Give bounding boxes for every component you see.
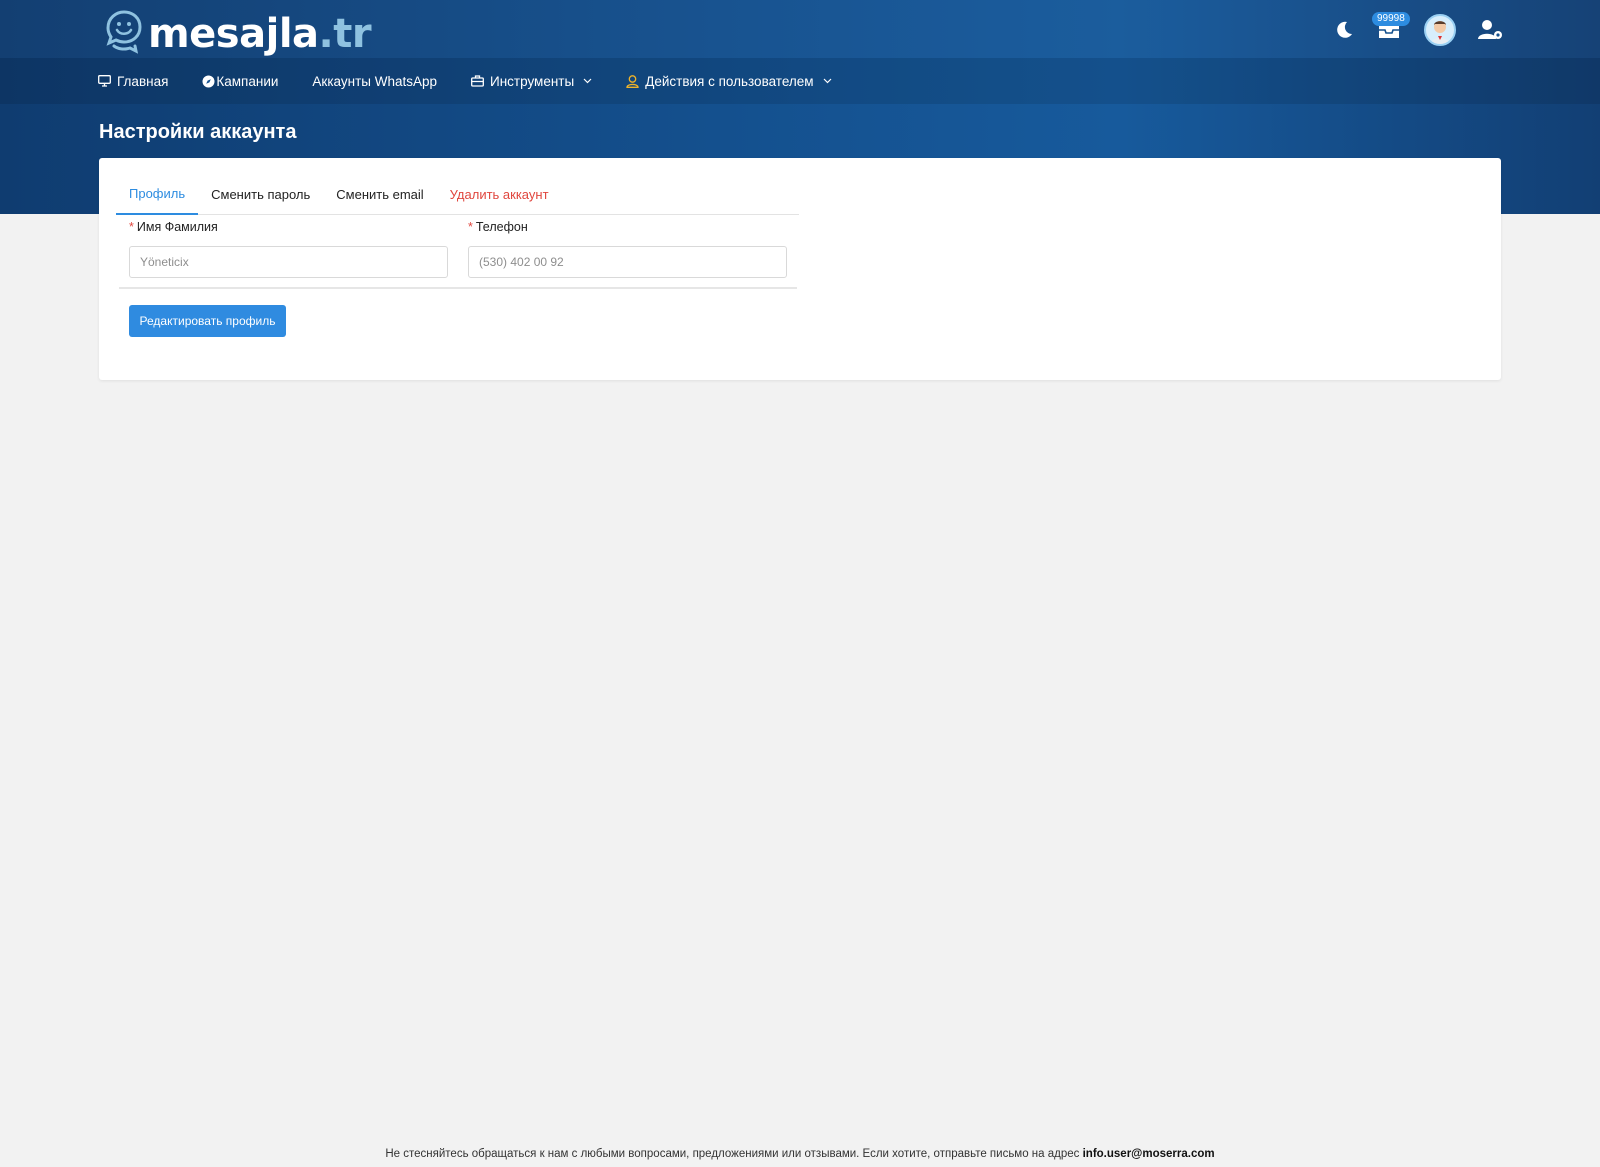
profile-avatar-button[interactable] xyxy=(1424,14,1456,46)
nav-item-label: Действия с пользователем xyxy=(645,73,814,89)
footer-email-link[interactable]: info.user@moserra.com xyxy=(1083,1148,1215,1160)
nav-item-label: Инструменты xyxy=(490,73,575,89)
footer: Не стесняйтесь обращаться к нам с любыми… xyxy=(0,1148,1600,1160)
nav-item-tools[interactable]: Инструменты xyxy=(471,74,592,89)
page-title: Настройки аккаунта xyxy=(99,121,297,143)
name-input[interactable] xyxy=(129,246,448,278)
nav-item-label: Кампании xyxy=(216,73,279,89)
account-settings-card: Профиль Сменить пароль Сменить email Уда… xyxy=(99,158,1501,380)
tab-delete-account[interactable]: Удалить аккаунт xyxy=(437,174,562,214)
nav-item-campaigns[interactable]: Кампании xyxy=(202,74,278,89)
name-field-group: * Имя Фамилия xyxy=(129,220,448,278)
user-settings-button[interactable] xyxy=(1478,19,1504,41)
edit-profile-button[interactable]: Редактировать профиль xyxy=(129,305,286,337)
brand-tld: .tr xyxy=(318,11,372,57)
user-icon xyxy=(626,74,639,88)
settings-tabs: Профиль Сменить пароль Сменить email Уда… xyxy=(116,174,799,215)
avatar xyxy=(1424,14,1456,46)
tab-change-email[interactable]: Сменить email xyxy=(323,174,436,214)
phone-input[interactable] xyxy=(468,246,787,278)
required-mark: * xyxy=(468,220,473,234)
tab-change-password[interactable]: Сменить пароль xyxy=(198,174,323,214)
required-mark: * xyxy=(129,220,134,234)
nav-item-home[interactable]: Главная xyxy=(98,74,168,89)
inbox-button[interactable]: 99998 xyxy=(1372,12,1410,41)
moon-icon xyxy=(1337,21,1352,38)
user-gear-icon xyxy=(1478,20,1502,39)
header-actions: 99998 xyxy=(1312,12,1504,48)
nav-item-label: Главная xyxy=(117,73,169,89)
dark-mode-toggle[interactable] xyxy=(1334,20,1354,40)
brand-name: mesajla.tr xyxy=(148,11,372,57)
phone-field-group: * Телефон xyxy=(468,220,787,278)
briefcase-icon xyxy=(471,75,484,87)
phone-field-label: * Телефон xyxy=(468,220,528,234)
chat-smile-icon xyxy=(106,10,142,54)
chevron-down-icon xyxy=(823,78,832,84)
nav-item-user-actions[interactable]: Действия с пользователем xyxy=(626,74,831,89)
footer-text: Не стесняйтесь обращаться к нам с любыми… xyxy=(385,1148,1080,1160)
monitor-icon xyxy=(98,75,111,87)
name-field-label: * Имя Фамилия xyxy=(129,220,218,234)
chevron-down-icon xyxy=(583,78,592,84)
main-nav: Главная Кампании Аккаунты WhatsApp Инстр… xyxy=(98,58,866,104)
form-divider xyxy=(119,287,797,289)
brand-logo[interactable]: mesajla.tr xyxy=(100,6,372,57)
compass-icon xyxy=(202,75,215,88)
nav-item-whatsapp-accounts[interactable]: Аккаунты WhatsApp xyxy=(312,74,437,89)
nav-item-label: Аккаунты WhatsApp xyxy=(312,73,437,89)
inbox-count-badge: 99998 xyxy=(1372,12,1410,26)
tab-profile[interactable]: Профиль xyxy=(116,174,199,215)
avatar-illustration xyxy=(1431,21,1449,44)
